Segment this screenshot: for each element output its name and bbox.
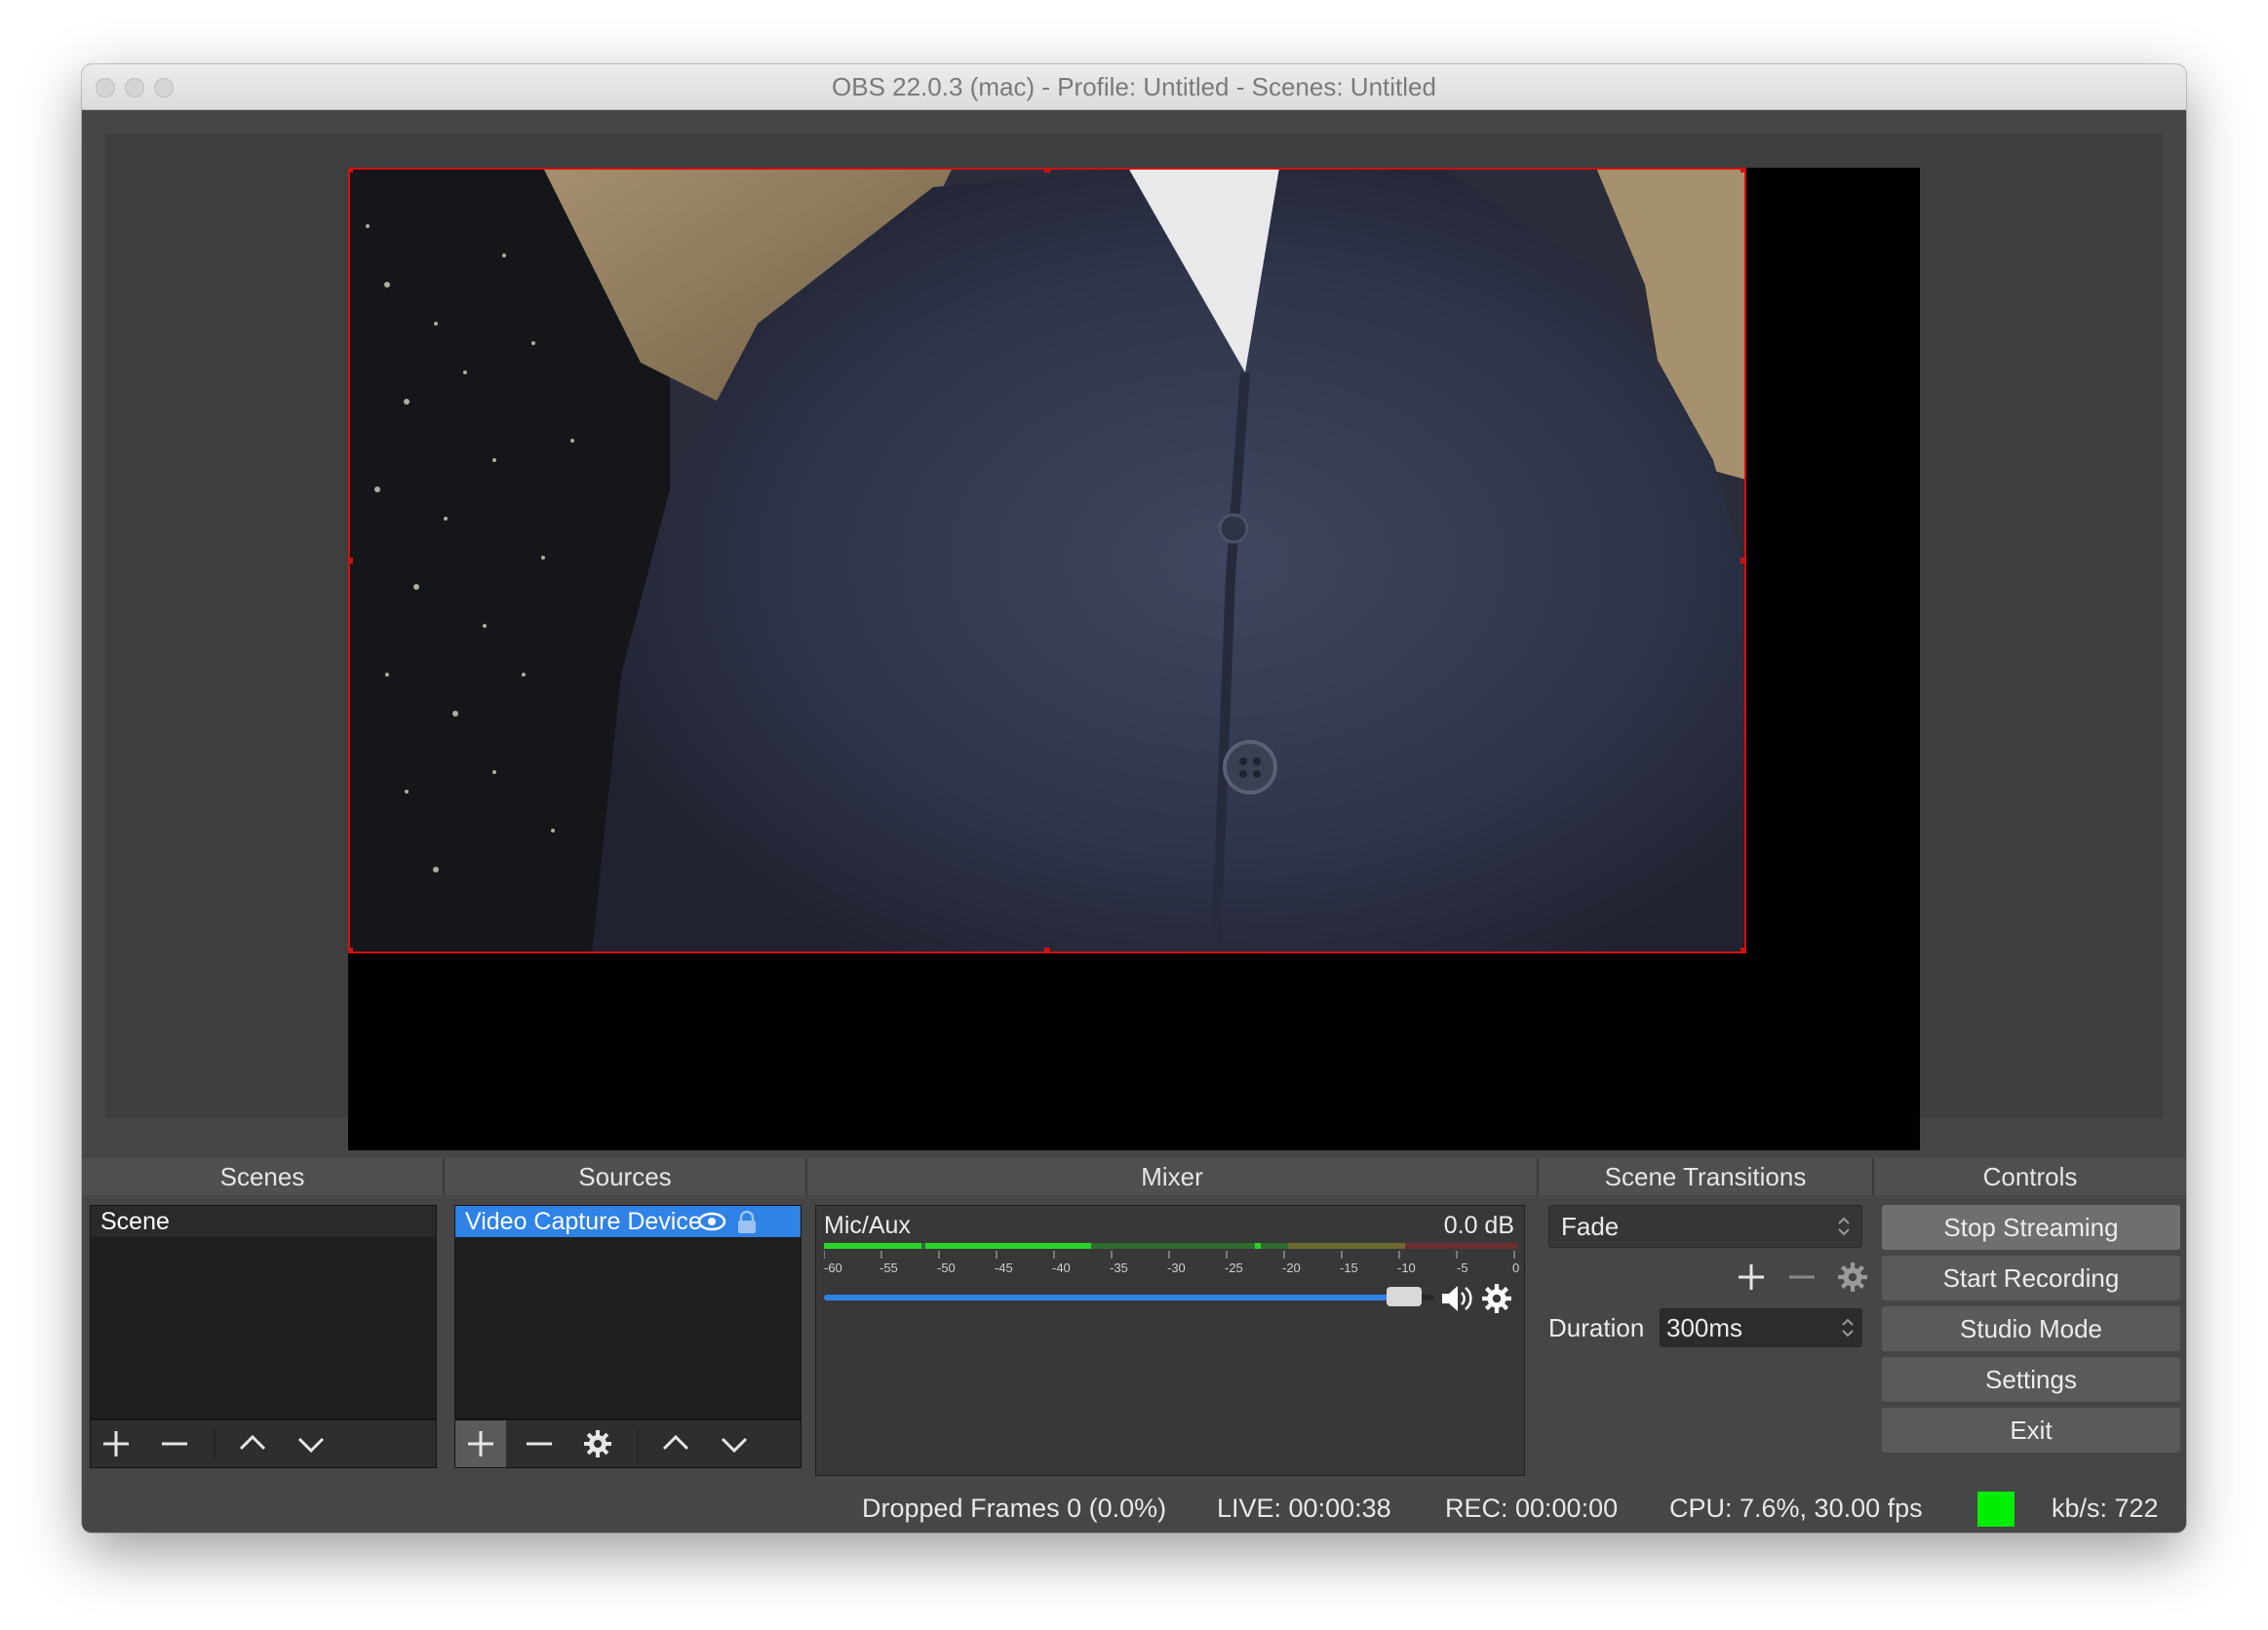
transition-select[interactable]: Fade <box>1548 1205 1862 1248</box>
duration-spinbox[interactable]: 300ms <box>1660 1308 1862 1347</box>
gear-icon <box>1838 1262 1867 1292</box>
speaker-icon[interactable] <box>1440 1282 1475 1315</box>
remove-scene-button[interactable] <box>149 1420 200 1467</box>
transition-select-value: Fade <box>1561 1212 1620 1241</box>
source-item-label: Video Capture Device <box>465 1208 702 1235</box>
source-properties-button[interactable] <box>572 1420 623 1467</box>
minus-icon <box>162 1442 187 1446</box>
resize-handle[interactable] <box>1740 168 1746 173</box>
mixer-channel-name: Mic/Aux <box>824 1212 911 1239</box>
scenes-dock-title: Scenes <box>82 1158 445 1195</box>
sources-list[interactable]: Video Capture Device <box>454 1205 802 1419</box>
chevron-up-icon <box>239 1434 266 1451</box>
remove-source-button[interactable] <box>514 1420 565 1467</box>
window-title: OBS 22.0.3 (mac) - Profile: Untitled - S… <box>832 72 1436 101</box>
plus-icon <box>1739 1264 1764 1290</box>
output-canvas[interactable] <box>348 168 1920 1150</box>
start-recording-button[interactable]: Start Recording <box>1882 1256 2180 1300</box>
sources-toolbar <box>454 1419 802 1468</box>
controls-dock-title: Controls <box>1874 1158 2186 1195</box>
chevron-down-icon <box>297 1437 325 1454</box>
plus-icon <box>103 1431 129 1456</box>
add-transition-button[interactable] <box>1732 1260 1771 1295</box>
resize-handle[interactable] <box>1740 558 1746 563</box>
dropped-frames-status: Dropped Frames 0 (0.0%) <box>862 1494 1167 1523</box>
add-source-button[interactable] <box>455 1420 506 1467</box>
studio-mode-button[interactable]: Studio Mode <box>1882 1306 2180 1351</box>
scene-transitions-dock-title: Scene Transitions <box>1539 1158 1874 1195</box>
resize-handle[interactable] <box>1740 948 1746 953</box>
toolbar-separator <box>214 1428 215 1461</box>
status-bar: Dropped Frames 0 (0.0%) LIVE: 00:00:38 R… <box>82 1484 2186 1533</box>
mixer-channel-level: 0.0 dB <box>1443 1212 1514 1239</box>
meter-scale-label: -40 <box>1052 1261 1071 1275</box>
meter-scale-label: -55 <box>880 1261 898 1275</box>
resize-handle[interactable] <box>1044 948 1050 953</box>
move-scene-up-button[interactable] <box>227 1420 278 1467</box>
volume-slider-handle[interactable] <box>1387 1287 1422 1306</box>
meter-scale-label: -35 <box>1110 1261 1128 1275</box>
resize-handle[interactable] <box>348 168 353 173</box>
resize-handle[interactable] <box>348 558 353 563</box>
scenes-toolbar <box>90 1419 437 1468</box>
source-bounding-box[interactable] <box>348 168 1746 953</box>
exit-button[interactable]: Exit <box>1882 1408 2180 1453</box>
meter-scale-label: 0 <box>1512 1261 1520 1275</box>
stop-streaming-button[interactable]: Stop Streaming <box>1882 1205 2180 1250</box>
move-source-down-button[interactable] <box>709 1420 760 1467</box>
minus-icon <box>1789 1275 1815 1279</box>
meter-scale-label: -5 <box>1457 1261 1468 1275</box>
rec-time-status: REC: 00:00:00 <box>1445 1494 1619 1523</box>
meter-scale-label: -50 <box>937 1261 956 1275</box>
minus-icon <box>527 1442 552 1446</box>
spinbox-arrows-icon[interactable] <box>1840 1315 1856 1340</box>
live-time-status: LIVE: 00:00:38 <box>1217 1494 1391 1523</box>
toolbar-separator <box>637 1428 639 1461</box>
remove-transition-button[interactable] <box>1782 1260 1821 1295</box>
resize-handle[interactable] <box>348 948 353 953</box>
gear-icon[interactable] <box>1481 1283 1512 1314</box>
eye-icon[interactable] <box>697 1212 726 1231</box>
resize-handle[interactable] <box>1044 168 1050 173</box>
preview-area[interactable] <box>105 134 2163 1150</box>
meter-scale-label: -25 <box>1225 1261 1243 1275</box>
move-scene-down-button[interactable] <box>286 1420 336 1467</box>
lock-icon[interactable] <box>736 1210 758 1235</box>
transition-properties-button[interactable] <box>1833 1260 1872 1295</box>
meter-scale-label: -10 <box>1397 1261 1416 1275</box>
select-arrows-icon <box>1838 1217 1850 1236</box>
bitrate-status: kb/s: 722 <box>2052 1494 2159 1523</box>
duration-value: 300ms <box>1666 1313 1743 1342</box>
move-source-up-button[interactable] <box>650 1420 701 1467</box>
meter-scale-label: -60 <box>824 1261 842 1275</box>
dock-headers: Scenes Sources Mixer Scene Transitions C… <box>82 1158 2186 1195</box>
chevron-down-icon <box>721 1437 748 1454</box>
video-capture-image[interactable] <box>348 168 1746 953</box>
plus-icon <box>468 1431 493 1456</box>
title-bar: OBS 22.0.3 (mac) - Profile: Untitled - S… <box>82 64 2186 110</box>
gear-icon <box>584 1430 611 1457</box>
meter-scale-label: -15 <box>1340 1261 1358 1275</box>
meter-scale-label: -45 <box>995 1261 1013 1275</box>
mixer-panel: Mic/Aux 0.0 dB -60 -55 -50 -45 -40 -35 -… <box>815 1205 1525 1476</box>
volume-slider-fill <box>824 1295 1422 1300</box>
scene-item[interactable]: Scene <box>91 1206 436 1237</box>
scenes-list[interactable]: Scene <box>90 1205 437 1419</box>
duration-label: Duration <box>1548 1313 1645 1342</box>
settings-button[interactable]: Settings <box>1882 1357 2180 1402</box>
stream-health-indicator <box>1977 1492 2014 1527</box>
cpu-fps-status: CPU: 7.6%, 30.00 fps <box>1669 1494 1923 1523</box>
add-scene-button[interactable] <box>91 1420 141 1467</box>
volume-slider[interactable] <box>824 1287 1434 1306</box>
mixer-dock-title: Mixer <box>807 1158 1539 1195</box>
chevron-up-icon <box>662 1434 689 1451</box>
meter-scale-label: -20 <box>1282 1261 1301 1275</box>
sources-dock-title: Sources <box>445 1158 807 1195</box>
meter-scale-label: -30 <box>1167 1261 1186 1275</box>
obs-window: OBS 22.0.3 (mac) - Profile: Untitled - S… <box>82 64 2186 1533</box>
